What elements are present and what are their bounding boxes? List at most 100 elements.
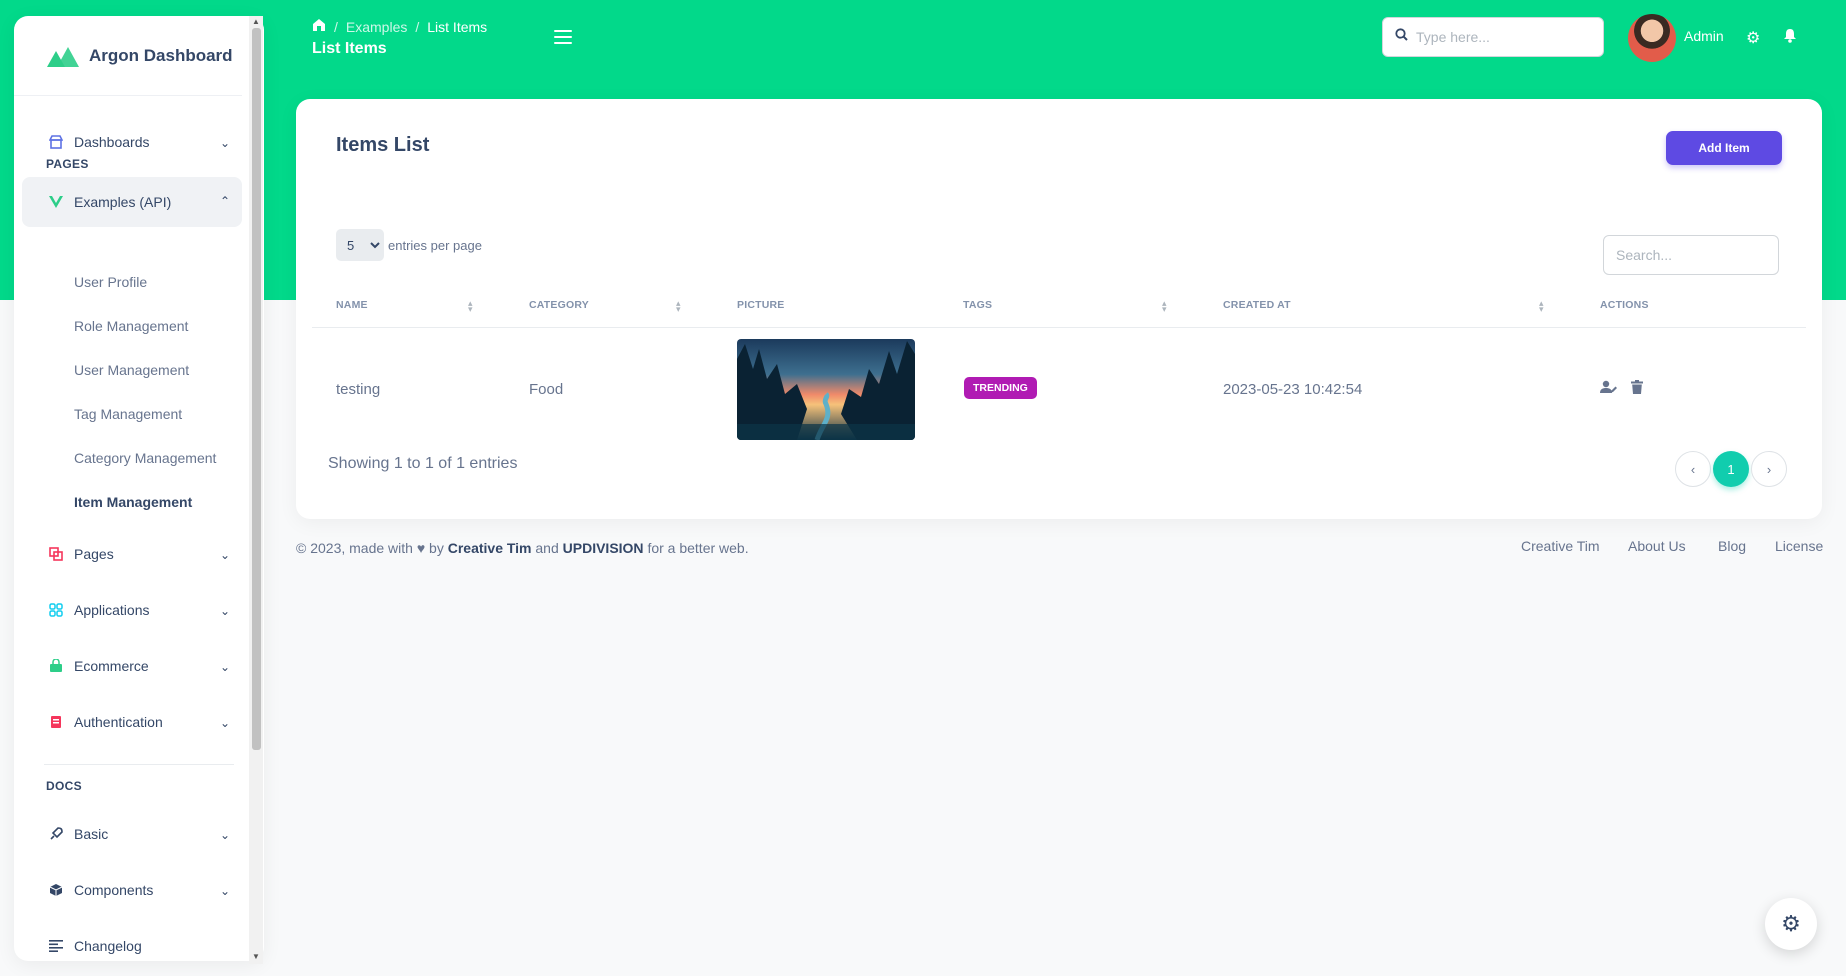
- entries-per-page-select[interactable]: 5 10 15 20 25: [336, 229, 384, 261]
- breadcrumb-separator: /: [334, 18, 338, 35]
- sidebar-subitem-item-management[interactable]: Item Management: [74, 494, 192, 510]
- breadcrumb: / Examples / List Items: [312, 18, 487, 35]
- item-picture: [737, 339, 915, 440]
- scroll-up-arrow-icon[interactable]: ▲: [252, 17, 260, 26]
- sidebar-item-authentication[interactable]: Authentication ⌄: [22, 697, 242, 747]
- sidebar: Argon Dashboard Dashboards ⌄ PAGES Examp…: [14, 16, 264, 961]
- sidebar-item-label: Basic: [74, 826, 109, 842]
- sidebar-item-label: Changelog: [74, 938, 142, 954]
- cell-created-at: 2023-05-23 10:42:54: [1223, 381, 1363, 398]
- top-search-box[interactable]: [1382, 17, 1604, 57]
- sort-icon[interactable]: ▴ ▾: [468, 299, 473, 314]
- sidebar-item-label: Authentication: [74, 714, 163, 730]
- bell-icon[interactable]: [1783, 28, 1797, 47]
- sidebar-subitem-category-management[interactable]: Category Management: [74, 450, 216, 466]
- sidebar-item-label: Ecommerce: [74, 658, 149, 674]
- footer-author-link[interactable]: Creative Tim: [448, 540, 532, 556]
- breadcrumb-current: List Items: [427, 18, 488, 35]
- chevron-up-icon: ⌃: [219, 194, 230, 208]
- brand[interactable]: Argon Dashboard: [14, 16, 242, 96]
- sidebar-item-pages[interactable]: Pages ⌄: [22, 529, 242, 579]
- sidebar-item-changelog[interactable]: Changelog: [22, 921, 242, 961]
- cell-category: Food: [529, 381, 564, 398]
- chevron-down-icon: ⌄: [219, 604, 230, 618]
- scroll-down-arrow-icon[interactable]: ▼: [252, 952, 260, 961]
- footer-suffix: for a better web.: [647, 540, 749, 556]
- sidebar-item-label: Dashboards: [74, 134, 150, 150]
- pagination-next-button[interactable]: ›: [1751, 451, 1787, 487]
- section-label-docs: DOCS: [46, 779, 82, 793]
- basket-icon: [48, 658, 64, 674]
- footer-link-blog[interactable]: Blog: [1718, 538, 1746, 554]
- sidebar-item-examples-api[interactable]: Examples (API) ⌃: [22, 177, 242, 227]
- brand-name: Argon Dashboard: [89, 45, 233, 65]
- align-left-icon: [48, 938, 64, 954]
- column-header-category[interactable]: CATEGORY: [529, 299, 589, 311]
- footer-link-about-us[interactable]: About Us: [1628, 538, 1686, 554]
- sidebar-subitem-role-management[interactable]: Role Management: [74, 318, 188, 334]
- edit-user-icon[interactable]: [1600, 380, 1618, 399]
- column-header-actions: ACTIONS: [1600, 299, 1649, 311]
- sidebar-item-basic[interactable]: Basic ⌄: [22, 809, 242, 859]
- settings-fab-gear-icon[interactable]: ⚙: [1765, 898, 1817, 950]
- pagination-info: Showing 1 to 1 of 1 entries: [328, 455, 518, 472]
- top-search-input[interactable]: [1416, 29, 1586, 45]
- sort-icon[interactable]: ▴ ▾: [1162, 299, 1167, 314]
- items-list-card: Items List Add Item 5 10 15 20 25 entrie…: [296, 99, 1822, 519]
- pagination-prev-button[interactable]: ‹: [1675, 451, 1711, 487]
- vue-icon: [48, 194, 64, 210]
- trash-icon[interactable]: [1631, 380, 1643, 399]
- sort-icon[interactable]: ▴ ▾: [676, 299, 681, 314]
- avatar[interactable]: [1628, 14, 1676, 62]
- document-icon: [48, 714, 64, 730]
- chevron-down-icon: ⌄: [219, 660, 230, 674]
- argon-logo-icon: [47, 46, 79, 67]
- footer-author-link[interactable]: UPDIVISION: [563, 540, 644, 556]
- applications-icon: [48, 602, 64, 618]
- sidebar-item-label: Components: [74, 882, 154, 898]
- card-title: Items List: [336, 134, 430, 156]
- sidebar-item-label: Examples (API): [74, 194, 172, 210]
- box-icon: [48, 882, 64, 898]
- table-header-divider: [312, 327, 1806, 328]
- pagination-page-button[interactable]: 1: [1713, 451, 1749, 487]
- search-icon: [1395, 28, 1408, 46]
- footer-by: by: [429, 540, 444, 556]
- sort-icon[interactable]: ▴ ▾: [1539, 299, 1544, 314]
- sidebar-item-applications[interactable]: Applications ⌄: [22, 585, 242, 635]
- menu-toggle-icon[interactable]: [554, 30, 572, 48]
- add-item-button[interactable]: Add Item: [1666, 131, 1782, 165]
- spaceship-icon: [48, 826, 64, 842]
- section-label-pages: PAGES: [46, 157, 89, 171]
- tag-badge: TRENDING: [964, 377, 1037, 399]
- footer-link-license[interactable]: License: [1775, 538, 1823, 554]
- sidebar-divider: [44, 764, 234, 765]
- column-header-name[interactable]: NAME: [336, 299, 368, 311]
- cell-name: testing: [336, 381, 381, 398]
- home-icon[interactable]: [312, 18, 326, 35]
- sidebar-item-components[interactable]: Components ⌄: [22, 865, 242, 915]
- column-header-tags[interactable]: TAGS: [963, 299, 992, 311]
- footer-prefix: © 2023, made with: [296, 540, 413, 556]
- breadcrumb-examples[interactable]: Examples: [346, 19, 407, 35]
- user-name[interactable]: Admin: [1684, 28, 1724, 44]
- sidebar-scrollbar[interactable]: ▲ ▼: [249, 16, 263, 964]
- table-search-input[interactable]: [1603, 235, 1779, 275]
- sidebar-subitem-user-management[interactable]: User Management: [74, 362, 189, 378]
- pages-icon: [48, 546, 64, 562]
- entries-per-page: 5 10 15 20 25 entries per page: [336, 229, 482, 261]
- sidebar-item-ecommerce[interactable]: Ecommerce ⌄: [22, 641, 242, 691]
- column-header-created-at[interactable]: CREATED AT: [1223, 299, 1291, 311]
- gear-icon[interactable]: ⚙: [1746, 28, 1760, 48]
- chevron-down-icon: ⌄: [219, 548, 230, 562]
- sidebar-subitem-tag-management[interactable]: Tag Management: [74, 406, 182, 422]
- breadcrumb-separator: /: [415, 18, 420, 35]
- entries-per-page-label: entries per page: [388, 237, 482, 253]
- sidebar-item-label: Pages: [74, 546, 114, 562]
- sidebar-subitem-user-profile[interactable]: User Profile: [74, 274, 147, 290]
- sidebar-item-label: Applications: [74, 602, 150, 618]
- footer-link-creative-tim[interactable]: Creative Tim: [1521, 538, 1600, 554]
- scrollbar-thumb[interactable]: [252, 28, 261, 750]
- shop-icon: [48, 134, 64, 150]
- page-title: List Items: [312, 40, 387, 57]
